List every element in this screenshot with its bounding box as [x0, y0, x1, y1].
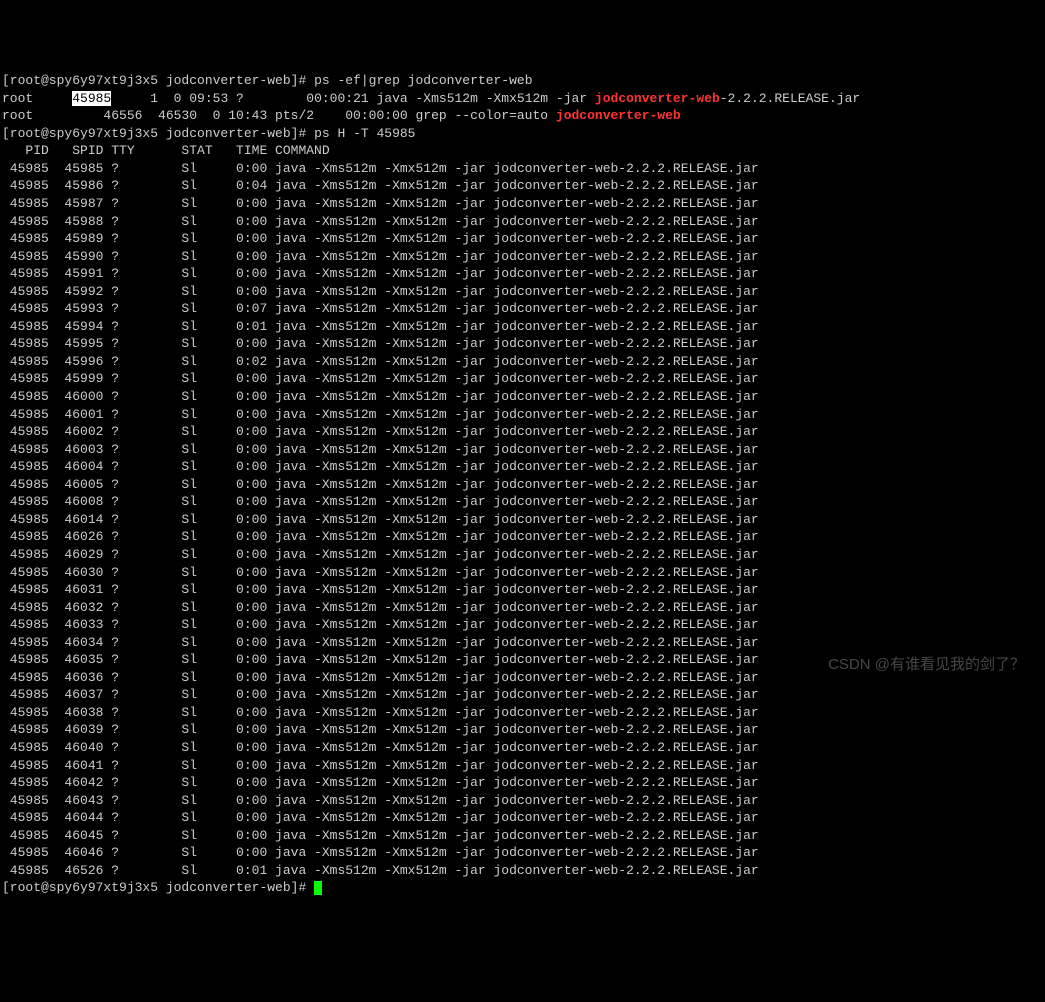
thread-row: 45985 46014 ? Sl 0:00 java -Xms512m -Xmx…	[2, 512, 759, 527]
command-1: ps -ef|grep jodconverter-web	[314, 73, 532, 88]
thread-row: 45985 46002 ? Sl 0:00 java -Xms512m -Xmx…	[2, 424, 759, 439]
shell-prompt-1: [root@spy6y97xt9j3x5 jodconverter-web]#	[2, 73, 314, 88]
thread-row: 45985 46036 ? Sl 0:00 java -Xms512m -Xmx…	[2, 670, 759, 685]
thread-row: 45985 45986 ? Sl 0:04 java -Xms512m -Xmx…	[2, 178, 759, 193]
thread-row: 45985 46044 ? Sl 0:00 java -Xms512m -Xmx…	[2, 810, 759, 825]
thread-row: 45985 46001 ? Sl 0:00 java -Xms512m -Xmx…	[2, 407, 759, 422]
thread-row: 45985 46035 ? Sl 0:00 java -Xms512m -Xmx…	[2, 652, 759, 667]
thread-row: 45985 46030 ? Sl 0:00 java -Xms512m -Xmx…	[2, 565, 759, 580]
thread-row: 45985 46043 ? Sl 0:00 java -Xms512m -Xmx…	[2, 793, 759, 808]
thread-row: 45985 46005 ? Sl 0:00 java -Xms512m -Xmx…	[2, 477, 759, 492]
thread-row: 45985 45989 ? Sl 0:00 java -Xms512m -Xmx…	[2, 231, 759, 246]
thread-row: 45985 46037 ? Sl 0:00 java -Xms512m -Xmx…	[2, 687, 759, 702]
thread-row: 45985 45994 ? Sl 0:01 java -Xms512m -Xmx…	[2, 319, 759, 334]
thread-row: 45985 45988 ? Sl 0:00 java -Xms512m -Xmx…	[2, 214, 759, 229]
thread-row: 45985 46038 ? Sl 0:00 java -Xms512m -Xmx…	[2, 705, 759, 720]
thread-row: 45985 46040 ? Sl 0:00 java -Xms512m -Xmx…	[2, 740, 759, 755]
cursor[interactable]	[314, 881, 322, 895]
shell-prompt-2: [root@spy6y97xt9j3x5 jodconverter-web]#	[2, 126, 314, 141]
thread-row: 45985 46000 ? Sl 0:00 java -Xms512m -Xmx…	[2, 389, 759, 404]
thread-row: 45985 46046 ? Sl 0:00 java -Xms512m -Xmx…	[2, 845, 759, 860]
grep-match: jodconverter-web	[556, 108, 681, 123]
thread-row: 45985 46045 ? Sl 0:00 java -Xms512m -Xmx…	[2, 828, 759, 843]
thread-row: 45985 45996 ? Sl 0:02 java -Xms512m -Xmx…	[2, 354, 759, 369]
thread-row: 45985 46003 ? Sl 0:00 java -Xms512m -Xmx…	[2, 442, 759, 457]
thread-row: 45985 45991 ? Sl 0:00 java -Xms512m -Xmx…	[2, 266, 759, 281]
thread-row: 45985 46032 ? Sl 0:00 java -Xms512m -Xmx…	[2, 600, 759, 615]
thread-row: 45985 46034 ? Sl 0:00 java -Xms512m -Xmx…	[2, 635, 759, 650]
ps-ef-row-rest: 1 0 09:53 ? 00:00:21 java -Xms512m -Xmx5…	[111, 91, 595, 106]
thread-row: 45985 46004 ? Sl 0:00 java -Xms512m -Xmx…	[2, 459, 759, 474]
thread-row: 45985 46526 ? Sl 0:01 java -Xms512m -Xmx…	[2, 863, 759, 878]
thread-row: 45985 46041 ? Sl 0:00 java -Xms512m -Xmx…	[2, 758, 759, 773]
thread-row: 45985 45993 ? Sl 0:07 java -Xms512m -Xmx…	[2, 301, 759, 316]
terminal-output[interactable]: [root@spy6y97xt9j3x5 jodconverter-web]# …	[2, 72, 1043, 897]
shell-prompt-3: [root@spy6y97xt9j3x5 jodconverter-web]#	[2, 880, 314, 895]
thread-row: 45985 46042 ? Sl 0:00 java -Xms512m -Xmx…	[2, 775, 759, 790]
thread-row: 45985 46029 ? Sl 0:00 java -Xms512m -Xmx…	[2, 547, 759, 562]
selected-pid[interactable]: 45985	[72, 91, 111, 106]
thread-row: 45985 45985 ? Sl 0:00 java -Xms512m -Xmx…	[2, 161, 759, 176]
thread-row: 45985 46031 ? Sl 0:00 java -Xms512m -Xmx…	[2, 582, 759, 597]
ps-threads-header: PID SPID TTY STAT TIME COMMAND	[2, 143, 330, 158]
ps-ef-row: root	[2, 91, 72, 106]
ps-ef-row-tail: -2.2.2.RELEASE.jar	[720, 91, 860, 106]
thread-row: 45985 45995 ? Sl 0:00 java -Xms512m -Xmx…	[2, 336, 759, 351]
thread-row: 45985 45987 ? Sl 0:00 java -Xms512m -Xmx…	[2, 196, 759, 211]
thread-row: 45985 46008 ? Sl 0:00 java -Xms512m -Xmx…	[2, 494, 759, 509]
thread-row: 45985 45992 ? Sl 0:00 java -Xms512m -Xmx…	[2, 284, 759, 299]
ps-ef-row: root 46556 46530 0 10:43 pts/2 00:00:00 …	[2, 108, 556, 123]
thread-row: 45985 46033 ? Sl 0:00 java -Xms512m -Xmx…	[2, 617, 759, 632]
grep-match: jodconverter-web	[595, 91, 720, 106]
thread-row: 45985 45990 ? Sl 0:00 java -Xms512m -Xmx…	[2, 249, 759, 264]
thread-row: 45985 45999 ? Sl 0:00 java -Xms512m -Xmx…	[2, 371, 759, 386]
thread-row: 45985 46026 ? Sl 0:00 java -Xms512m -Xmx…	[2, 529, 759, 544]
thread-row: 45985 46039 ? Sl 0:00 java -Xms512m -Xmx…	[2, 722, 759, 737]
command-2: ps H -T 45985	[314, 126, 415, 141]
